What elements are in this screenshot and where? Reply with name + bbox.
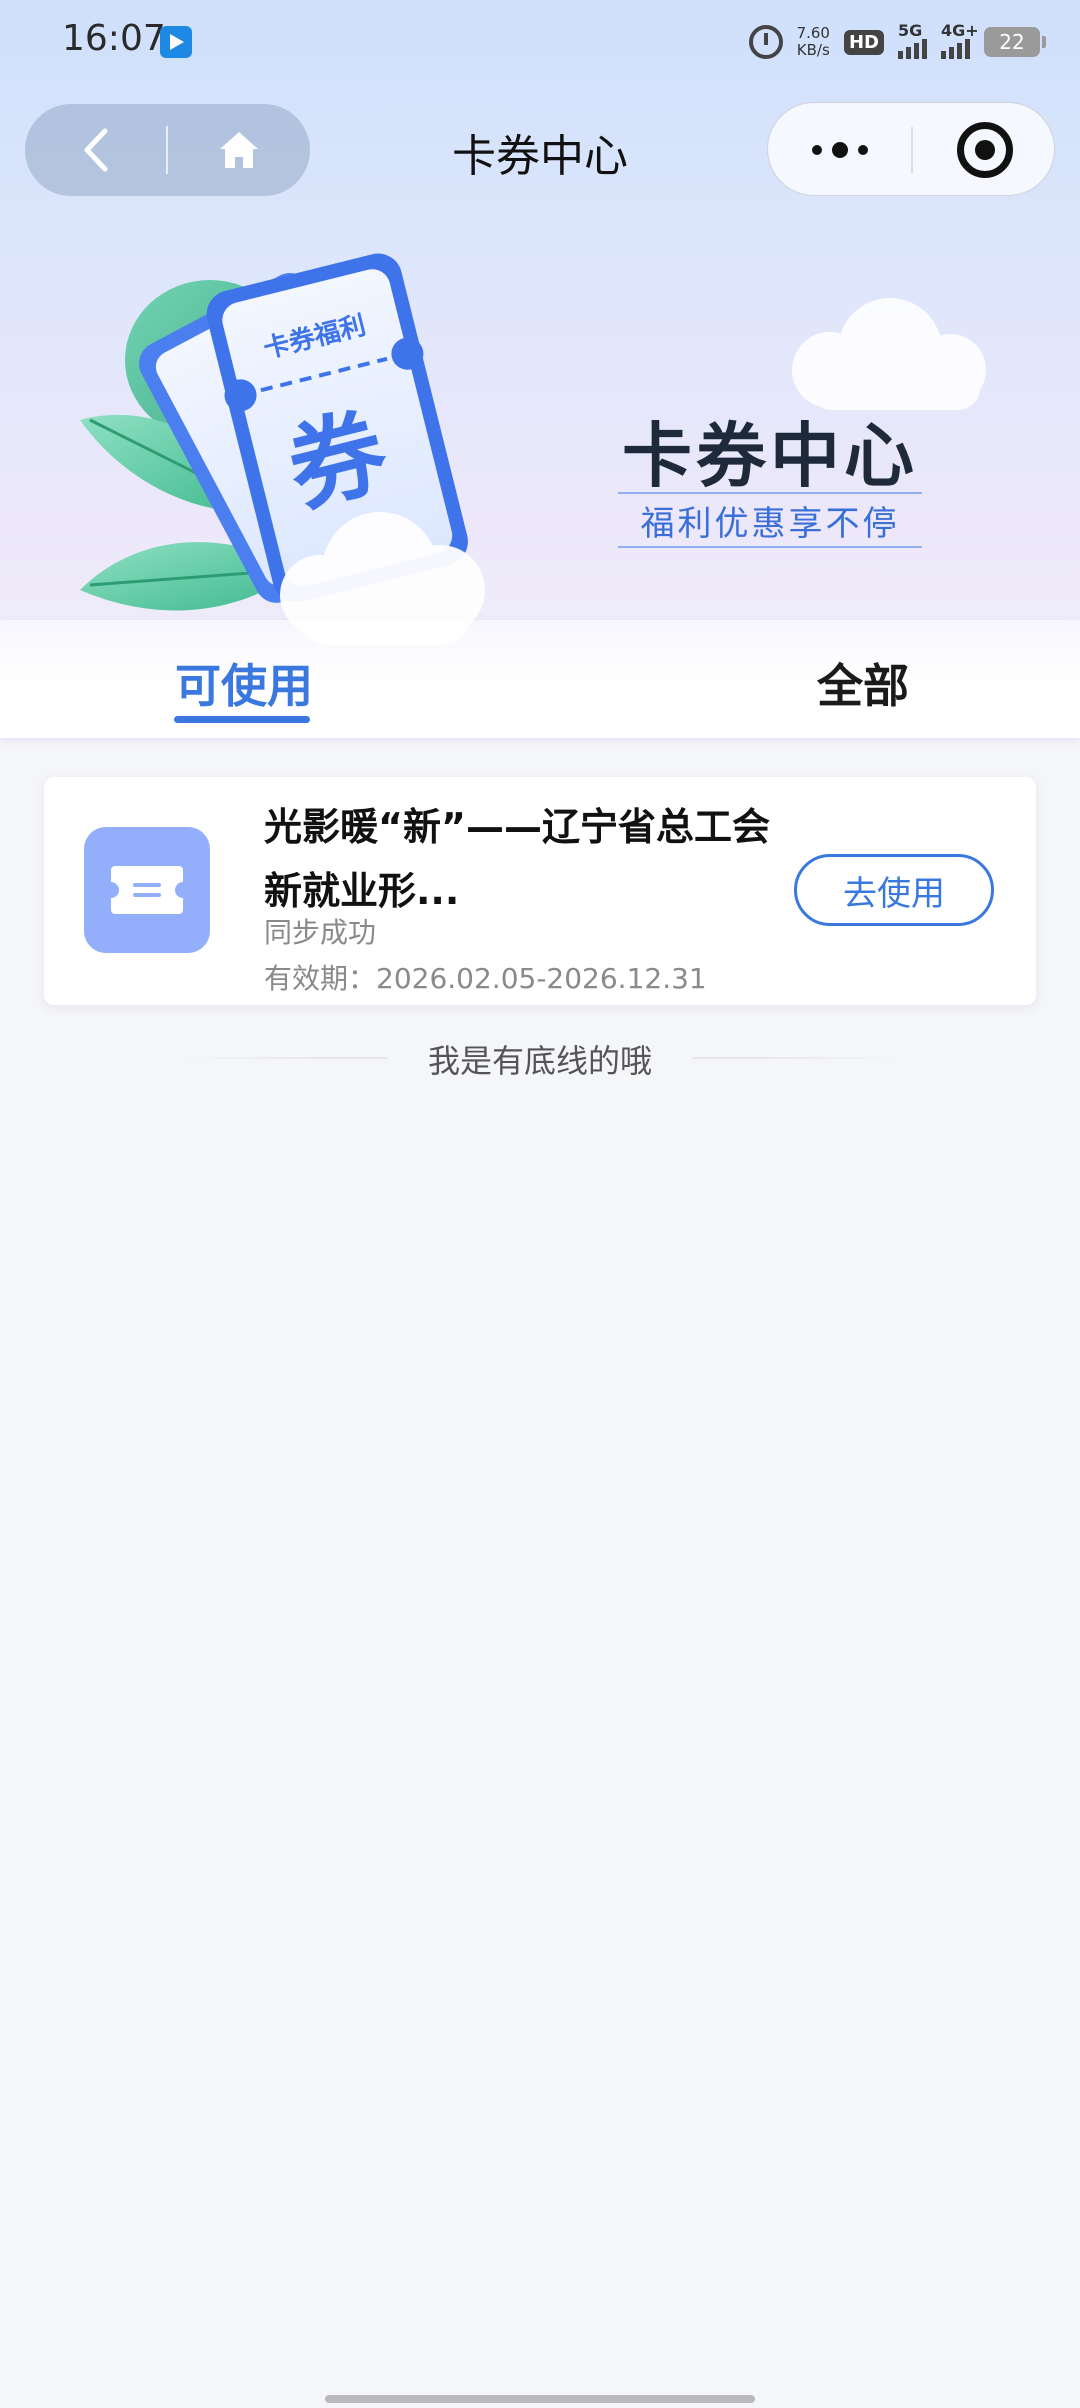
- hero-title: 卡券中心: [622, 415, 918, 497]
- signal-5g-icon: 5G: [898, 21, 927, 59]
- chevron-left-icon: [84, 128, 108, 172]
- close-miniprogram-button[interactable]: [913, 103, 1056, 197]
- hero-subtitle-frame: 福利优惠享不停: [618, 492, 922, 548]
- coupon-sync-status: 同步成功: [264, 916, 377, 949]
- tab-all[interactable]: 全部: [817, 650, 909, 716]
- back-button[interactable]: [25, 104, 167, 196]
- nav-capsule-right: [767, 102, 1055, 196]
- home-icon: [220, 132, 258, 168]
- network-speed: 7.60 KB/s: [796, 24, 830, 59]
- nav-capsule-left: [25, 104, 310, 196]
- tab-bar: 可使用 全部: [0, 620, 1080, 738]
- hd-icon: HD: [843, 29, 884, 55]
- more-button[interactable]: [768, 103, 911, 197]
- status-indicators: 7.60 KB/s HD 5G 4G+ 22: [748, 20, 1046, 64]
- coupon-validity: 有效期：2026.02.05-2026.12.31: [264, 962, 707, 995]
- active-tab-indicator: [174, 716, 310, 723]
- cloud-decoration: [792, 298, 986, 410]
- hero-subtitle: 福利优惠享不停: [640, 503, 900, 544]
- home-button[interactable]: [168, 104, 310, 196]
- tab-available[interactable]: 可使用: [175, 650, 313, 716]
- end-of-list: 我是有底线的哦: [0, 1036, 1080, 1082]
- status-time: 16:07: [62, 18, 166, 59]
- more-dots-icon: [807, 142, 873, 158]
- signal-4g-icon: 4G+: [941, 21, 979, 59]
- use-coupon-button[interactable]: 去使用: [794, 854, 994, 926]
- app-notification-icon: [160, 26, 192, 58]
- home-indicator[interactable]: [325, 2395, 755, 2403]
- end-of-list-text: 我是有底线的哦: [387, 1036, 692, 1082]
- battery-icon: 22: [984, 27, 1046, 57]
- hero-illustration: 卡券福利 券: [80, 253, 485, 645]
- coupon-card[interactable]: 光影暖“新”——辽宁省总工会新就业形... 同步成功 有效期：2026.02.0…: [44, 777, 1036, 1005]
- status-bar: 16:07 7.60 KB/s HD 5G 4G+ 22: [0, 0, 1080, 80]
- page-title: 卡券中心: [452, 131, 628, 182]
- coupon-title: 光影暖“新”——辽宁省总工会新就业形...: [264, 805, 770, 913]
- alarm-icon: [748, 25, 783, 59]
- target-icon: [956, 122, 1013, 178]
- ticket-icon: [84, 827, 210, 953]
